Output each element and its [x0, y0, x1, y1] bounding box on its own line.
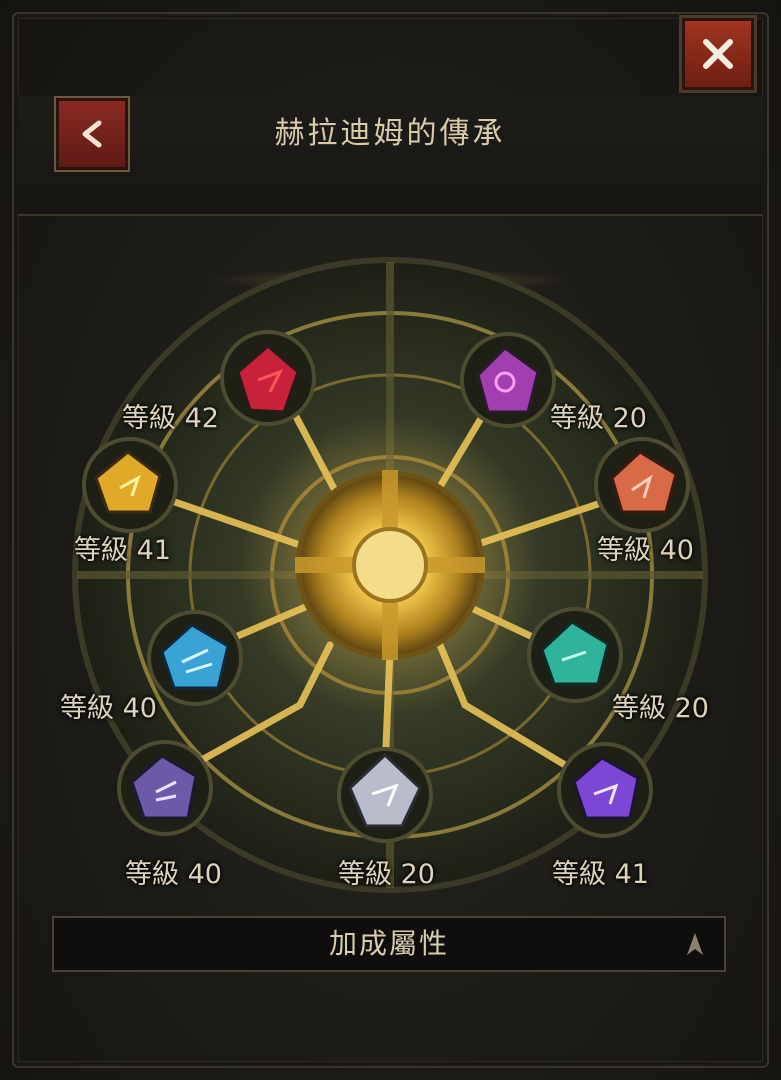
- gem-socket-white[interactable]: [337, 747, 433, 843]
- bonus-attributes-button[interactable]: 加成屬性: [52, 916, 726, 972]
- gem-socket-blue[interactable]: [147, 610, 243, 706]
- gem-level-purple: 等級 20: [550, 403, 647, 434]
- gem-socket-teal[interactable]: [527, 607, 623, 703]
- bonus-attributes-label: 加成屬性: [328, 927, 449, 960]
- gem-socket-yellow[interactable]: [82, 437, 178, 533]
- arrow-up-icon: [687, 933, 703, 955]
- core-center: [352, 527, 428, 603]
- gem-level-white: 等級 20: [338, 859, 435, 890]
- gem-socket-orange[interactable]: [594, 437, 690, 533]
- gem-level-orange: 等級 40: [597, 535, 694, 566]
- gem-socket-red[interactable]: [220, 330, 316, 426]
- gem-level-yellow: 等級 41: [74, 535, 171, 566]
- gem-socket-purple[interactable]: [460, 332, 556, 428]
- gem-level-blue: 等級 40: [60, 693, 157, 724]
- gem-level-violet: 等級 40: [125, 859, 222, 890]
- gem-socket-indigo[interactable]: [557, 742, 653, 838]
- gem-level-teal: 等級 20: [612, 693, 709, 724]
- gem-socket-violet[interactable]: [117, 740, 213, 836]
- gem-level-indigo: 等級 41: [552, 859, 649, 890]
- gem-level-red: 等級 42: [122, 403, 219, 434]
